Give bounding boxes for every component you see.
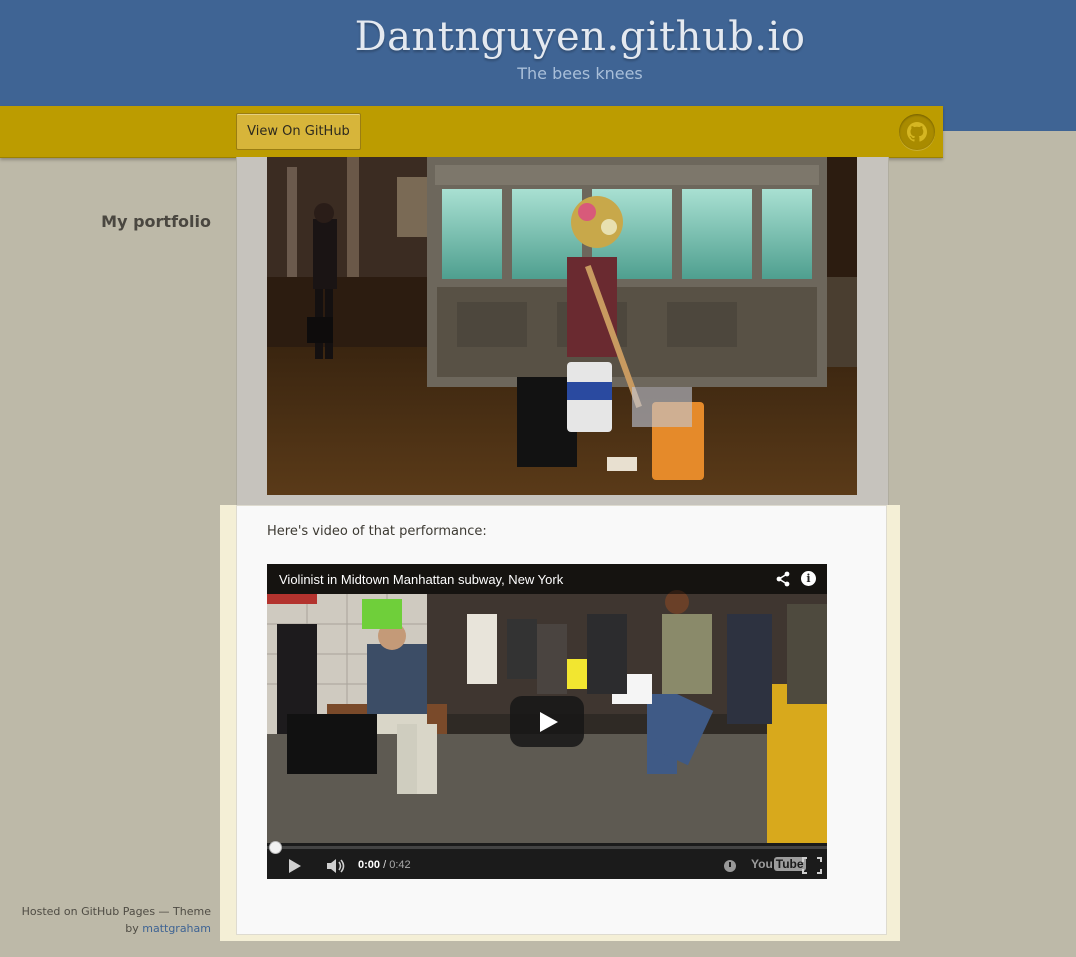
fullscreen-icon[interactable] xyxy=(802,857,822,874)
share-icon[interactable] xyxy=(775,571,791,587)
time-separator: / xyxy=(380,859,390,871)
street-performer-photo xyxy=(267,157,857,495)
video-title-bar: Violinist in Midtown Manhattan subway, N… xyxy=(267,564,827,594)
volume-icon[interactable] xyxy=(325,858,347,874)
view-on-github-button[interactable]: View On GitHub xyxy=(236,113,361,150)
footer-by: by xyxy=(125,922,139,935)
video-caption: Here's video of that performance: xyxy=(267,524,487,539)
youtube-logo[interactable]: You Tube xyxy=(751,856,806,872)
footer-author-link[interactable]: mattgraham xyxy=(142,922,211,935)
progress-bar[interactable] xyxy=(267,846,827,849)
video-title[interactable]: Violinist in Midtown Manhattan subway, N… xyxy=(279,572,563,587)
github-octocat-icon[interactable] xyxy=(899,114,935,150)
info-icon[interactable]: i xyxy=(801,571,816,586)
sidebar-title: My portfolio xyxy=(101,212,211,231)
video-time: 0:00 / 0:42 xyxy=(358,859,411,871)
site-tagline: The bees knees xyxy=(517,64,643,83)
video-duration: 0:42 xyxy=(389,859,411,871)
nav-ribbon xyxy=(0,106,943,158)
youtube-logo-you: You xyxy=(751,857,773,871)
youtube-logo-tube: Tube xyxy=(773,857,806,871)
site-title: Dantnguyen.github.io xyxy=(354,14,806,60)
footer-hosted-text: Hosted on GitHub Pages — Theme xyxy=(21,905,211,918)
play-icon[interactable] xyxy=(289,859,301,873)
progress-scrubber[interactable] xyxy=(269,841,282,854)
play-button[interactable] xyxy=(510,696,584,747)
youtube-video-player[interactable]: Violinist in Midtown Manhattan subway, N… xyxy=(267,564,827,879)
footer: Hosted on GitHub Pages — Theme by mattgr… xyxy=(22,903,211,937)
current-time: 0:00 xyxy=(358,859,381,871)
clock-icon[interactable] xyxy=(724,860,736,872)
